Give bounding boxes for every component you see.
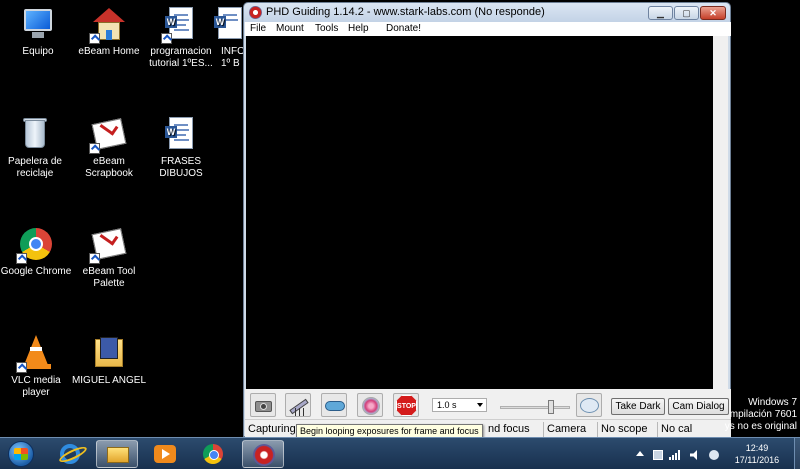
internet-explorer-icon [60,444,80,464]
taskbar-internet-explorer[interactable] [48,440,90,468]
maximize-button[interactable]: ▢ [674,6,699,20]
taskbar-phd-guiding[interactable] [242,440,284,468]
window-side-panel [713,36,728,389]
tooltip: Begin looping exposures for frame and fo… [296,424,483,438]
clock-time: 12:49 [745,443,769,453]
menu-mount[interactable]: Mount [276,23,304,34]
folder-icon [91,335,127,371]
chrome-icon [16,226,54,264]
toolbar: STOP 1.0 s Take Dark Cam Dialog [245,389,731,419]
status-message-tail: nd focus [488,423,530,435]
loop-exposure-button[interactable] [250,393,276,417]
status-calibration: No cal [657,422,729,437]
guide-image-canvas[interactable] [246,36,713,389]
status-scope: No scope [597,422,655,437]
brain-icon [580,398,599,413]
folder-icon [107,447,129,463]
gamma-slider-track[interactable] [500,406,570,409]
desktop-icon-label: programacion tutorial 1ºES... [149,46,213,69]
start-button[interactable] [4,440,38,468]
chevron-down-icon [477,403,483,407]
desktop-icon-label: eBeam Home [78,46,140,57]
tray-app-icon[interactable] [709,450,719,460]
cable-icon [325,401,345,411]
window-title: PHD Guiding 1.14.2 - www.stark-labs.com … [266,6,545,18]
desktop-icon-miguel-angel[interactable]: MIGUEL ANGEL [70,335,148,387]
phd-guiding-window: PHD Guiding 1.14.2 - www.stark-labs.com … [243,2,731,437]
desktop-icon-label: Papelera de reciclaje [8,156,62,179]
taskbar-chrome[interactable] [192,440,234,468]
desktop-icon-equipo[interactable]: Equipo [0,6,77,58]
desktop-icon-frases-dibujos[interactable]: W FRASES DIBUJOS [142,116,220,180]
calibration-button[interactable] [321,393,347,417]
desktop: Equipo Papelera de reciclaje Google Chro… [0,0,800,469]
computer-icon [20,6,56,42]
show-desktop-button[interactable] [794,438,800,469]
desktop-icon-programacion[interactable]: W programacion tutorial 1ºES... [142,6,220,70]
taskbar-windows-explorer[interactable] [96,440,138,468]
media-player-icon [154,445,176,463]
recycle-bin-icon [17,116,53,152]
desktop-icon-label: VLC media player [11,375,61,398]
desktop-icon-ebeam-tool-palette[interactable]: eBeam Tool Palette [70,226,148,290]
cam-dialog-button[interactable]: Cam Dialog [668,398,729,415]
action-center-flag-icon[interactable] [653,450,663,460]
ebeam-scrapbook-icon [89,116,127,154]
desktop-icon-label: eBeam Scrapbook [85,156,133,179]
taskbar-media-player[interactable] [144,440,186,468]
exposure-value: 1.0 s [437,400,457,410]
clock[interactable]: 12:49 17/11/2016 [724,442,790,466]
phd-app-icon [249,6,262,19]
watermark-line: mpilación 7601 [729,409,797,420]
menu-bar: File Mount Tools Help Donate! [245,22,731,36]
take-dark-button[interactable]: Take Dark [611,398,665,415]
watermark-line: ys no es original [724,421,797,432]
word-document-icon: W [163,116,199,152]
windows-watermark: Windows 7 mpilación 7601 ys no es origin… [725,397,797,433]
menu-file[interactable]: File [250,23,266,34]
stop-icon: STOP [396,395,417,416]
word-document-icon: W [161,6,199,44]
status-message-text: Capturing [248,423,296,435]
phd-app-icon [253,444,275,466]
house-icon [89,6,127,44]
show-hidden-icons-arrow-icon[interactable] [636,451,644,456]
desktop-icon-label: Google Chrome [0,266,72,277]
desktop-icon-vlc[interactable]: VLC media player [0,335,75,399]
desktop-icon-label: Equipo [22,46,54,57]
vlc-icon [16,335,54,373]
menu-help[interactable]: Help [348,23,369,34]
menu-tools[interactable]: Tools [315,23,338,34]
advanced-settings-button[interactable] [576,393,602,417]
desktop-icon-label: eBeam Tool Palette [82,266,136,289]
ebeam-tool-palette-icon [89,226,127,264]
brain-settings-button[interactable] [357,393,383,417]
watermark-line: Windows 7 [748,397,797,408]
target-icon [362,397,380,415]
chrome-icon [203,444,223,464]
gamma-slider-thumb[interactable] [548,400,554,414]
guide-button[interactable] [285,393,311,417]
taskbar: 12:49 17/11/2016 [0,437,800,469]
desktop-icon-ebeam-scrapbook[interactable]: eBeam Scrapbook [70,116,148,180]
desktop-icon-label: FRASES DIBUJOS [159,156,203,179]
desktop-icon-ebeam-home[interactable]: eBeam Home [70,6,148,58]
close-button[interactable]: ✕ [700,6,726,20]
exposure-duration-select[interactable]: 1.0 s [432,398,487,412]
title-bar[interactable]: PHD Guiding 1.14.2 - www.stark-labs.com … [244,3,730,22]
clock-date: 17/11/2016 [734,455,780,465]
menu-donate[interactable]: Donate! [386,23,421,34]
stop-button[interactable]: STOP [393,393,419,417]
desktop-icon-chrome[interactable]: Google Chrome [0,226,75,278]
desktop-icon-label: MIGUEL ANGEL [71,375,147,386]
status-camera: Camera [543,422,595,437]
volume-icon[interactable] [690,450,697,460]
desktop-icon-recycle-bin[interactable]: Papelera de reciclaje [0,116,74,180]
minimize-button[interactable]: ▁ [648,6,673,20]
network-icon[interactable] [669,450,680,460]
